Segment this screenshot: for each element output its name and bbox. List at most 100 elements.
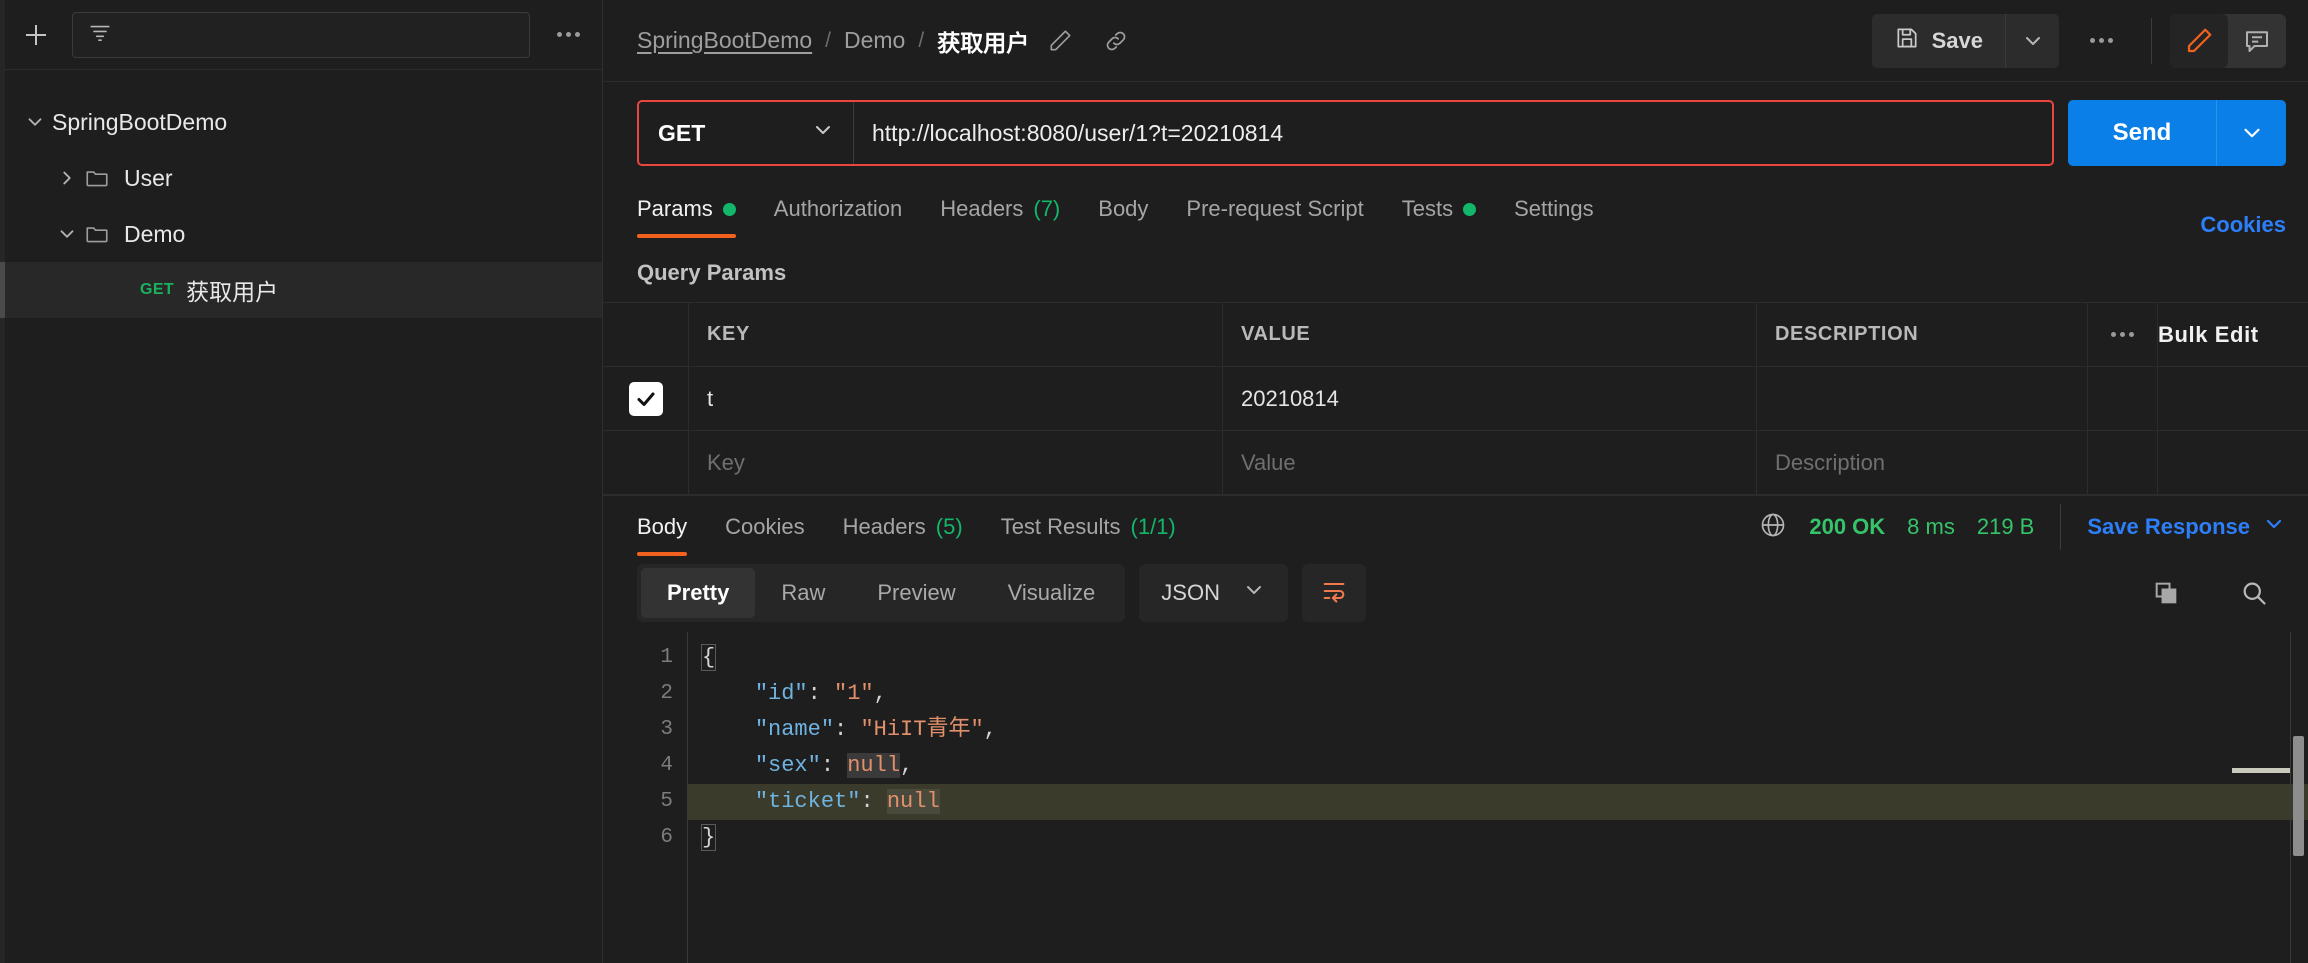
response-tab-headers[interactable]: Headers (5) — [824, 498, 982, 556]
tab-tests[interactable]: Tests — [1383, 180, 1495, 238]
new-row-checkbox-cell — [603, 431, 689, 494]
view-toggle-group — [2170, 13, 2286, 68]
tests-present-dot — [1463, 202, 1477, 216]
code-line: } — [700, 824, 717, 851]
response-section: Body Cookies Headers (5) Test Results (1… — [603, 495, 2308, 963]
copy-to-clipboard-button[interactable] — [2134, 566, 2198, 620]
tab-settings[interactable]: Settings — [1495, 180, 1613, 238]
tab-label: Test Results — [1000, 514, 1121, 539]
row-value[interactable]: 20210814 — [1223, 367, 1757, 430]
tab-label: Params — [637, 196, 713, 221]
sidebar-item-springbootdemo[interactable]: SpringBootDemo — [0, 94, 602, 150]
scrollbar-thumb[interactable] — [2293, 736, 2304, 856]
breadcrumb-collection[interactable]: SpringBootDemo — [637, 27, 812, 54]
bulk-edit-button[interactable]: Bulk Edit — [2158, 322, 2259, 348]
code-line: "sex": null, — [754, 753, 914, 778]
new-row-description-input[interactable]: Description — [1757, 431, 2088, 494]
tab-label: Tests — [1401, 196, 1454, 221]
save-response-button[interactable]: Save Response — [2087, 512, 2286, 542]
view-mode-preview[interactable]: Preview — [851, 568, 981, 618]
line-number: 4 — [660, 754, 673, 777]
tab-label: Body — [1098, 196, 1149, 221]
code-line: "ticket": null — [688, 784, 2308, 820]
request-more-button[interactable] — [2069, 14, 2133, 68]
minimap-marker — [2232, 768, 2290, 773]
send-button[interactable]: Send — [2068, 100, 2216, 166]
code-line: "name": "HiIT青年", — [754, 717, 997, 742]
url-input[interactable] — [854, 102, 2052, 164]
vertical-scrollbar[interactable] — [2290, 632, 2308, 963]
sidebar-item-label: SpringBootDemo — [52, 108, 228, 135]
tab-headers[interactable]: Headers (7) — [921, 180, 1079, 238]
sidebar-item-label: 获取用户 — [186, 279, 279, 305]
cookies-link[interactable]: Cookies — [2200, 212, 2286, 238]
new-row-bulk-spacer — [2158, 431, 2308, 494]
status-code: 200 OK — [1809, 514, 1886, 539]
view-mode-visualize[interactable]: Visualize — [982, 568, 1122, 618]
word-wrap-toggle[interactable] — [1301, 564, 1366, 622]
save-options-caret[interactable] — [2005, 13, 2059, 68]
globe-icon — [1759, 511, 1787, 544]
query-params-table: KEY VALUE DESCRIPTION Bulk Edit t 202108… — [603, 302, 2308, 495]
link-icon[interactable] — [1103, 28, 1129, 54]
view-mode-pretty[interactable]: Pretty — [641, 568, 756, 618]
sidebar-item-demo[interactable]: Demo — [0, 206, 602, 262]
sidebar-more-button[interactable] — [544, 13, 592, 57]
send-options-caret[interactable] — [2216, 100, 2286, 166]
request-tabs: Params Authorization Headers (7) Body Pr… — [603, 180, 2308, 238]
new-item-button[interactable] — [14, 13, 58, 57]
sidebar-item-label: Demo — [124, 220, 186, 247]
chevron-down-icon[interactable] — [18, 111, 52, 133]
collection-tree: SpringBootDemo User Demo GET 获取用户 — [0, 70, 602, 963]
response-tab-cookies[interactable]: Cookies — [706, 498, 823, 556]
table-new-row: Key Value Description — [603, 431, 2308, 495]
breadcrumb-bar: SpringBootDemo / Demo / 获取用户 Save — [603, 0, 2308, 82]
word-wrap-icon — [1320, 577, 1348, 610]
table-more-button[interactable] — [2088, 303, 2158, 366]
row-key[interactable]: t — [689, 367, 1223, 430]
tab-pre-request-script[interactable]: Pre-request Script — [1167, 180, 1382, 238]
line-number-gutter: 1 2 3 4 5 6 — [603, 632, 687, 963]
search-response-button[interactable] — [2222, 566, 2286, 620]
sidebar-item-request-get-user[interactable]: GET 获取用户 — [0, 262, 602, 318]
response-tab-body[interactable]: Body — [637, 498, 706, 556]
new-row-value-input[interactable]: Value — [1223, 431, 1757, 494]
comment-mode-toggle[interactable] — [2228, 14, 2286, 68]
save-button[interactable]: Save — [1871, 13, 2005, 68]
sidebar-item-user[interactable]: User — [0, 150, 602, 206]
tab-body[interactable]: Body — [1079, 180, 1167, 238]
new-row-spacer-cell — [2088, 431, 2158, 494]
response-view-modes: Pretty Raw Preview Visualize — [637, 564, 1126, 622]
tab-label: Pre-request Script — [1186, 196, 1364, 221]
chevron-right-icon[interactable] — [50, 167, 84, 189]
response-format-select[interactable]: JSON — [1139, 564, 1288, 622]
response-body-viewer[interactable]: 1 2 3 4 5 6 { "id": "1", "name": "HiIT青年… — [603, 632, 2308, 963]
view-mode-raw[interactable]: Raw — [755, 568, 851, 618]
chevron-down-icon[interactable] — [50, 223, 84, 245]
row-description[interactable] — [1757, 367, 2088, 430]
save-button-group: Save — [1871, 13, 2059, 68]
edit-mode-toggle[interactable] — [2170, 13, 2228, 68]
response-view-bar: Pretty Raw Preview Visualize JSON — [603, 558, 2308, 632]
response-time: 8 ms — [1907, 514, 1955, 539]
row-checkbox[interactable] — [628, 381, 663, 416]
pencil-icon[interactable] — [1047, 28, 1073, 54]
ellipsis-icon — [2111, 332, 2134, 337]
breadcrumb-folder[interactable]: Demo — [844, 27, 905, 54]
row-bulk-spacer — [2158, 367, 2308, 430]
send-button-group: Send — [2068, 100, 2286, 166]
http-method-select[interactable]: GET — [639, 102, 854, 164]
tab-authorization[interactable]: Authorization — [755, 180, 921, 238]
tab-label: Body — [637, 514, 688, 539]
folder-icon — [84, 165, 110, 191]
tab-params[interactable]: Params — [637, 180, 755, 238]
response-size: 219 B — [1976, 514, 2035, 539]
new-row-key-input[interactable]: Key — [689, 431, 1223, 494]
code-line: { — [700, 644, 717, 671]
tab-label: Settings — [1514, 196, 1594, 221]
json-code-content[interactable]: { "id": "1", "name": "HiIT青年", "sex": nu… — [687, 632, 2308, 963]
query-params-title: Query Params — [637, 260, 787, 285]
test-results-count: (1/1) — [1130, 514, 1176, 539]
filter-input[interactable] — [72, 11, 530, 58]
response-tab-test-results[interactable]: Test Results (1/1) — [982, 498, 1195, 556]
